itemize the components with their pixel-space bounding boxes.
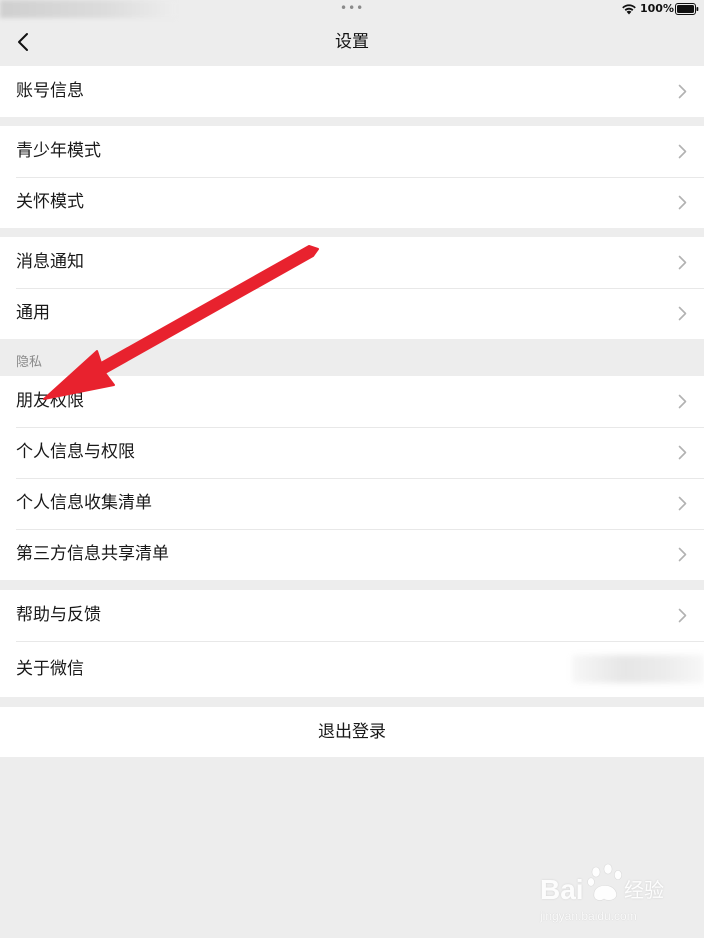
baidu-jingyan-watermark: Bai 经验 jingyan.baidu.com xyxy=(538,860,678,930)
chevron-right-icon xyxy=(678,608,687,623)
chevron-right-icon xyxy=(678,195,687,210)
watermark-logo-text: Bai xyxy=(540,874,584,905)
row-label: 第三方信息共享清单 xyxy=(16,544,169,564)
row-label: 账号信息 xyxy=(16,81,84,101)
chevron-right-icon xyxy=(678,394,687,409)
row-care-mode[interactable]: 关怀模式 xyxy=(0,177,704,228)
paw-icon xyxy=(587,863,622,901)
watermark-product: 经验 xyxy=(624,878,664,902)
chevron-right-icon xyxy=(678,445,687,460)
row-label: 关怀模式 xyxy=(16,192,84,212)
row-label: 朋友权限 xyxy=(16,391,84,411)
chevron-right-icon xyxy=(678,255,687,270)
status-bar: ••• 100% xyxy=(0,0,704,18)
row-notifications[interactable]: 消息通知 xyxy=(0,237,704,288)
chevron-right-icon xyxy=(678,496,687,511)
page-title: 设置 xyxy=(335,32,369,52)
row-label: 个人信息与权限 xyxy=(16,442,135,462)
nav-bar: 设置 xyxy=(0,18,704,66)
group-privacy: 朋友权限 个人信息与权限 个人信息收集清单 第三方信息共享清单 xyxy=(0,376,704,580)
row-label: 青少年模式 xyxy=(16,141,101,161)
group-general: 消息通知 通用 xyxy=(0,237,704,339)
row-help-feedback[interactable]: 帮助与反馈 xyxy=(0,590,704,641)
row-label: 个人信息收集清单 xyxy=(16,493,152,513)
row-personal-info-list[interactable]: 个人信息收集清单 xyxy=(0,478,704,529)
watermark-url: jingyan.baidu.com xyxy=(540,909,637,923)
group-about: 帮助与反馈 关于微信 xyxy=(0,590,704,697)
row-friend-permissions[interactable]: 朋友权限 xyxy=(0,376,704,427)
section-header-privacy: 隐私 xyxy=(16,355,43,370)
chevron-left-icon[interactable] xyxy=(14,30,34,54)
row-general[interactable]: 通用 xyxy=(0,288,704,339)
logout-button[interactable]: 退出登录 xyxy=(0,707,704,757)
row-label: 通用 xyxy=(16,303,50,323)
row-about-wechat[interactable]: 关于微信 xyxy=(0,641,704,697)
row-account-info[interactable]: 账号信息 xyxy=(0,66,704,117)
blurred-region xyxy=(0,0,175,18)
wifi-icon xyxy=(622,4,636,15)
multitask-dots[interactable]: ••• xyxy=(340,2,364,14)
row-label: 消息通知 xyxy=(16,252,84,272)
chevron-right-icon xyxy=(678,144,687,159)
chevron-right-icon xyxy=(678,306,687,321)
chevron-right-icon xyxy=(678,84,687,99)
group-modes: 青少年模式 关怀模式 xyxy=(0,126,704,228)
row-third-party-sharing-list[interactable]: 第三方信息共享清单 xyxy=(0,529,704,580)
group-account: 账号信息 xyxy=(0,66,704,117)
battery-percent: 100% xyxy=(640,2,674,15)
chevron-right-icon xyxy=(678,547,687,562)
blurred-version-value xyxy=(572,655,704,683)
battery-icon xyxy=(675,3,699,15)
row-personal-info-permissions[interactable]: 个人信息与权限 xyxy=(0,427,704,478)
row-label: 帮助与反馈 xyxy=(16,605,101,625)
row-youth-mode[interactable]: 青少年模式 xyxy=(0,126,704,177)
row-label: 关于微信 xyxy=(16,659,84,679)
settings-screen: ••• 100% 设置 账号信息 青少年模式 关怀模式 消息通知 通用 隐私 朋… xyxy=(0,0,704,938)
